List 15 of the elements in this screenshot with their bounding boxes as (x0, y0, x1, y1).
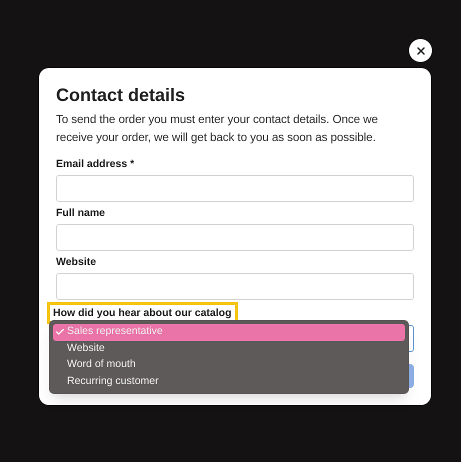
field-label: How did you hear about our catalog (50, 305, 235, 321)
field-label: Full name (56, 206, 106, 220)
dropdown-option[interactable]: Word of mouth (53, 357, 405, 374)
text-field[interactable] (56, 273, 414, 300)
dialog-title: Contact details (56, 84, 186, 107)
dialog-description: To send the order you must enter your contact details. Once we receive your order, we will get back to you as soon as possible. (56, 112, 379, 146)
field-label: Website (56, 255, 96, 269)
text-field[interactable] (56, 224, 414, 251)
dropdown-option[interactable]: Website (53, 340, 405, 357)
close-icon (414, 44, 426, 56)
check-icon (55, 327, 65, 338)
dropdown-option[interactable]: Recurring customer (53, 374, 405, 390)
close-button[interactable] (409, 39, 432, 62)
field-label: Email address * (56, 157, 134, 171)
text-field[interactable] (56, 175, 414, 202)
